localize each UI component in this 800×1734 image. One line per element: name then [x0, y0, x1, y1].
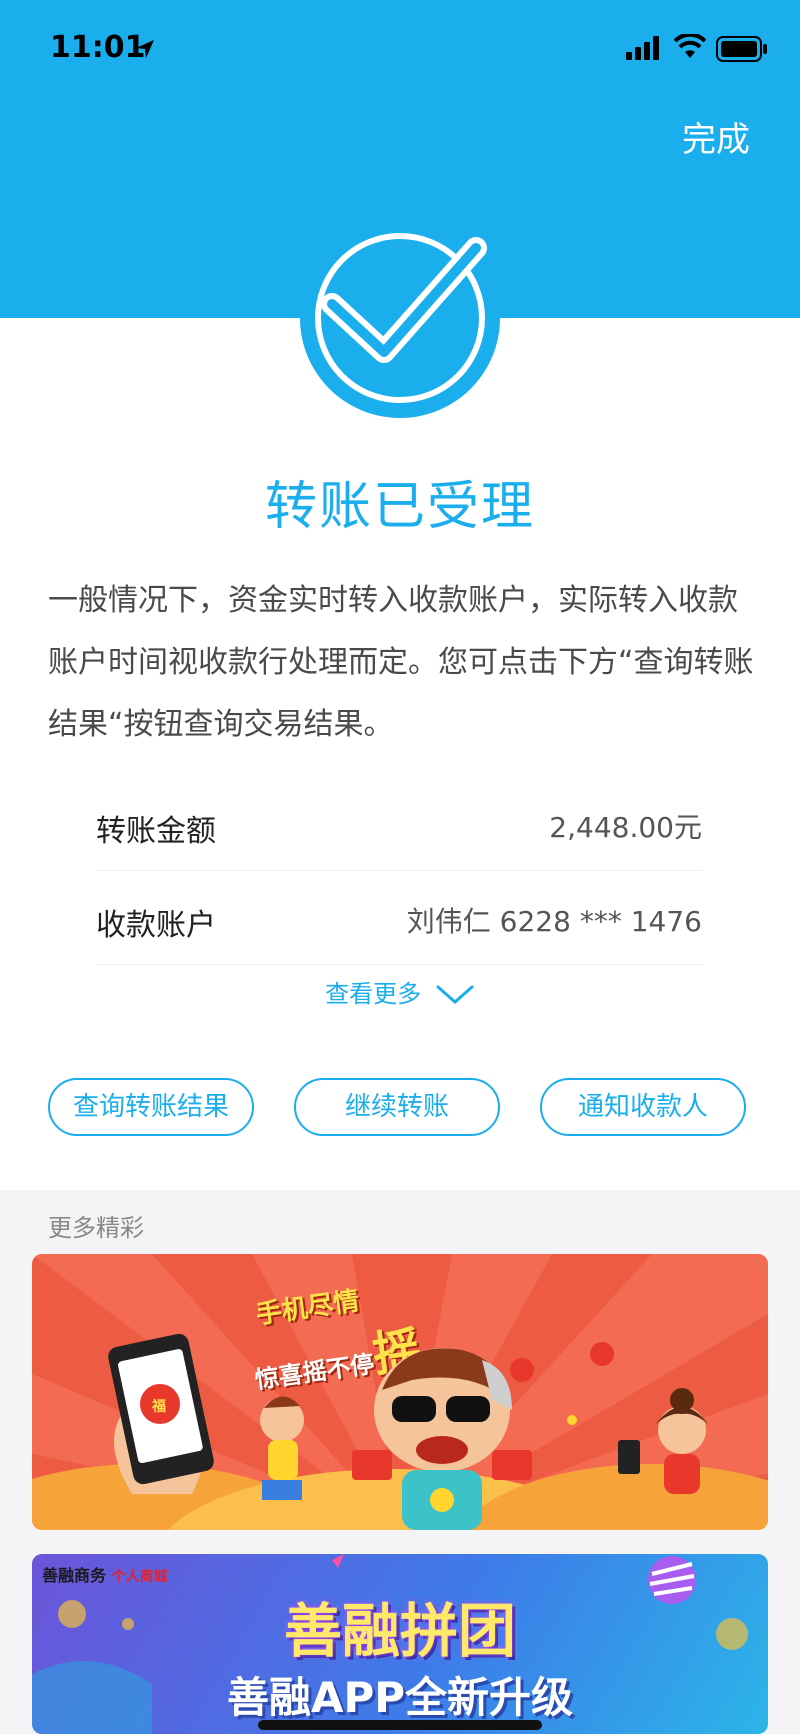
- wifi-icon: [674, 34, 706, 58]
- continue-transfer-button[interactable]: 继续转账: [294, 1078, 500, 1136]
- query-transfer-result-button[interactable]: 查询转账结果: [48, 1078, 254, 1136]
- result-title: 转账已受理: [264, 477, 535, 537]
- amount-label: 转账金额: [96, 814, 216, 849]
- group-buy-promo-banner[interactable]: 善融商务 个人商城 善融拼团 善融APP全新升级: [32, 1554, 768, 1734]
- status-bar: 11:01: [0, 0, 800, 100]
- cartoon-characters-illustration: [260, 1342, 708, 1530]
- group-buy-title: 善融拼团: [283, 1597, 516, 1665]
- detail-row-amount: 转账金额 2,448.00元: [96, 776, 702, 871]
- done-button[interactable]: 完成: [682, 112, 750, 161]
- brand-name: 善融商务: [42, 1566, 107, 1585]
- battery-icon: [716, 36, 767, 62]
- notify-payee-button[interactable]: 通知收款人: [540, 1078, 746, 1136]
- view-more-link[interactable]: 查看更多: [0, 974, 800, 1009]
- view-more-label: 查看更多: [325, 980, 422, 1008]
- account-label: 收款账户: [96, 908, 216, 943]
- success-check-icon: [300, 218, 500, 418]
- brand-label: 善融商务 个人商城: [42, 1562, 168, 1586]
- brand-tag: 个人商城: [111, 1569, 168, 1585]
- signal-icon: [626, 36, 659, 60]
- group-buy-subtitle: 善融APP全新升级: [226, 1673, 574, 1722]
- phone-in-hand-icon: [108, 1334, 214, 1494]
- home-indicator: [258, 1720, 542, 1730]
- promo-heading: 更多精彩: [48, 1214, 144, 1242]
- amount-value: 2,448.00元: [549, 811, 702, 844]
- location-arrow-icon: [136, 40, 154, 58]
- fu-badge: 福: [152, 1399, 166, 1415]
- result-description: 一般情况下，资金实时转入收款账户，实际转入收款账户时间视收款行处理而定。您可点击…: [48, 583, 754, 742]
- account-value: 刘伟仁 6228 *** 1476: [406, 905, 702, 938]
- chevron-down-icon: [436, 985, 474, 1005]
- shake-promo-banner[interactable]: 福 手机尽情 惊喜摇不停摇: [32, 1254, 768, 1530]
- status-time: 11:01: [50, 30, 146, 65]
- detail-row-account: 收款账户 刘伟仁 6228 *** 1476: [96, 870, 702, 965]
